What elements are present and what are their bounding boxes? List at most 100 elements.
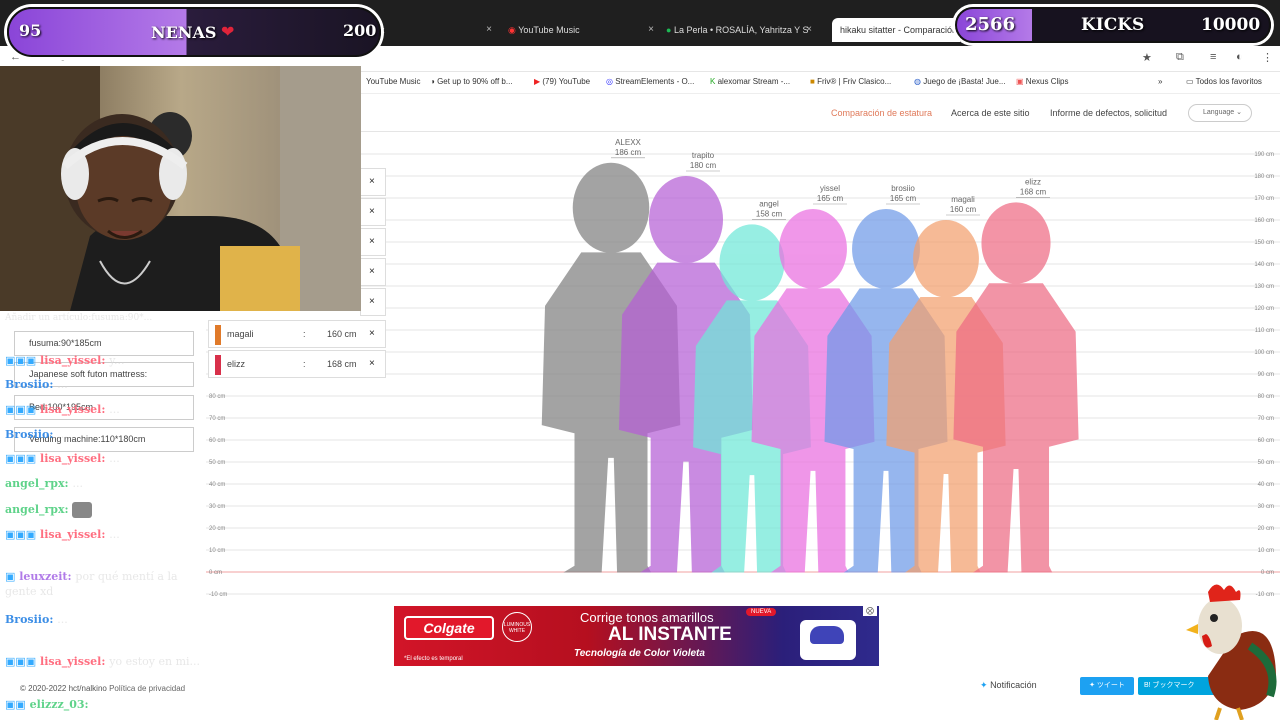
person-height-label: 180 cm [690, 161, 717, 170]
badge-icon: ▣▣ [5, 698, 26, 711]
person-height-label: 165 cm [817, 194, 844, 203]
bookmark-item[interactable]: ▣ Nexus Clips [1016, 77, 1068, 86]
notification-button[interactable]: ✦ Notificación [980, 680, 1037, 691]
chat-message: Brosiio: ... [5, 612, 210, 627]
badge-icon: ▣▣▣ [5, 528, 37, 541]
bookmark-item[interactable]: YouTube Music [366, 77, 421, 86]
ad-badge: NUEVA [746, 608, 777, 616]
separator: : [303, 329, 306, 339]
bookmark-label: alexomar Stream -... [717, 77, 791, 86]
silhouette-head [852, 209, 920, 289]
bookmark-icon: ◍ [914, 77, 921, 86]
tick-label-right: 180 cm [1254, 174, 1274, 180]
more-bookmarks-button[interactable]: » [1158, 77, 1162, 86]
chat-message: Brosiio: ... [5, 377, 210, 392]
nav-report[interactable]: Informe de defectos, solicitud [1050, 108, 1167, 118]
tick-label-right: 80 cm [1258, 394, 1274, 400]
person-row: × [360, 198, 386, 226]
bookmarks-bar: YouTube Music ◑ Get up to 90% off b... ▶… [360, 72, 1280, 94]
remove-person-icon[interactable]: × [369, 266, 375, 277]
remove-person-icon[interactable]: × [369, 296, 375, 307]
tab-label: hikaku sitatter - Comparación d [840, 25, 960, 35]
browser-tab[interactable]: etflix× [366, 18, 492, 42]
bookmark-icon: ◑ [430, 77, 435, 86]
tick-label-left: 80 cm [209, 394, 225, 400]
extensions-icon[interactable]: ⧉ [1176, 51, 1184, 64]
ad-banner[interactable]: Colgate LUMINOUS WHITE Corrige tonos ama… [394, 606, 879, 666]
tick-label-left: 70 cm [209, 416, 225, 422]
bookmark-icon: ■ [810, 77, 815, 86]
person-height[interactable]: 160 cm [327, 329, 357, 339]
remove-person-icon[interactable]: × [369, 206, 375, 217]
chat-message-text: ... [72, 477, 83, 490]
color-swatch[interactable] [215, 325, 221, 345]
tick-label-right: 30 cm [1258, 504, 1274, 510]
bookmark-item[interactable]: ◎ StreamElements - O... [606, 77, 694, 86]
tab-close-icon[interactable]: × [806, 18, 812, 42]
tick-label-right: 160 cm [1254, 218, 1274, 224]
chat-message-text: y... [109, 354, 125, 367]
remove-person-icon[interactable]: × [369, 176, 375, 187]
tick-label-right: 20 cm [1258, 526, 1274, 532]
bookmark-item[interactable]: ◍ Juego de ¡Basta! Jue... [914, 77, 1006, 86]
chat-username: Brosiio: [5, 613, 54, 626]
person-name-label: trapito [692, 151, 715, 160]
bookmark-item[interactable]: ■ Friv® | Friv Clasico... [810, 77, 891, 86]
goal-current: 2566 [965, 14, 1016, 35]
chat-message-text: ... [57, 613, 68, 626]
tab-close-icon[interactable]: × [648, 18, 654, 42]
chat-message-text: ... [109, 528, 120, 541]
person-name[interactable]: magali [227, 329, 254, 339]
ad-close-icon[interactable]: ⨂ [863, 606, 877, 616]
browser-tab[interactable]: ◉ YouTube Music × [508, 18, 654, 42]
bookmark-label: Juego de ¡Basta! Jue... [923, 77, 1006, 86]
silhouette-head [779, 209, 847, 289]
remove-person-icon[interactable]: × [369, 328, 375, 339]
profile-icon[interactable]: ◐ [1236, 51, 1243, 63]
silhouette-head [648, 176, 724, 264]
tick-label-right: 190 cm [1254, 152, 1274, 158]
tick-label-left: 20 cm [209, 526, 225, 532]
chat-message: ▣▣▣ lisa_yissel: ... [5, 451, 210, 466]
tick-label-right: 40 cm [1258, 482, 1274, 488]
language-select[interactable]: Language ⌄ [1188, 104, 1252, 122]
chat-username: angel_rpx: [5, 503, 69, 516]
bookmark-item[interactable]: K alexomar Stream -... [710, 77, 790, 86]
screen: { "browser": { "tabs": [ {"label": "", "… [0, 0, 1280, 720]
person-height-label: 158 cm [756, 209, 783, 218]
nav-about[interactable]: Acerca de este sitio [951, 108, 1030, 118]
menu-icon[interactable]: ⋮ [1262, 51, 1273, 64]
tweet-button[interactable]: ✦ ツイート [1080, 677, 1134, 695]
nenas-goal-bar: 95 NENAS ❤ 200 [7, 7, 381, 57]
chat-username: lisa_yissel: [40, 452, 106, 465]
webcam-overlay [0, 66, 361, 311]
browser-tab[interactable]: ● La Perla • ROSALÍA, Yahritza Y S × [666, 18, 812, 42]
tick-label-right: 100 cm [1254, 350, 1274, 356]
color-swatch[interactable] [215, 355, 221, 375]
chat-message-text: pero JAJAJSJAJAJ [92, 698, 198, 711]
person-height-label: 186 cm [615, 148, 642, 157]
remove-person-icon[interactable]: × [369, 236, 375, 247]
chat-message-text: ... [109, 452, 120, 465]
star-icon[interactable]: ★ [1142, 51, 1152, 64]
bookmark-item[interactable]: ▶ (79) YouTube [534, 77, 590, 86]
cat-emote-icon [72, 502, 93, 518]
all-bookmarks-button[interactable]: ▭ Todos los favoritos [1186, 77, 1262, 86]
nav-height-comparison[interactable]: Comparación de estatura [831, 108, 932, 118]
language-label: Language [1203, 109, 1235, 116]
tab-close-icon[interactable]: × [486, 18, 492, 42]
media-icon[interactable]: ≡ [1210, 51, 1216, 63]
ad-headline-bold: AL INSTANTE [608, 624, 732, 645]
person-name-label: brosiio [891, 184, 915, 193]
browser-tab-active[interactable]: hikaku sitatter - Comparación d [832, 18, 960, 42]
bookmark-item[interactable]: ◑ Get up to 90% off b... [430, 77, 513, 86]
remove-person-icon[interactable]: × [369, 358, 375, 369]
tick-label-right: 50 cm [1258, 460, 1274, 466]
tick-label-right: 10 cm [1258, 548, 1274, 554]
person-height-label: 168 cm [1020, 187, 1047, 196]
site-header: Comparación de estatura Acerca de este s… [361, 96, 1280, 132]
person-height[interactable]: 168 cm [327, 359, 357, 369]
chat-message: ▣▣▣ lisa_yissel: yo estoy en mi... [5, 654, 210, 669]
tab-label: YouTube Music [518, 25, 580, 35]
person-name[interactable]: elizz [227, 359, 245, 369]
